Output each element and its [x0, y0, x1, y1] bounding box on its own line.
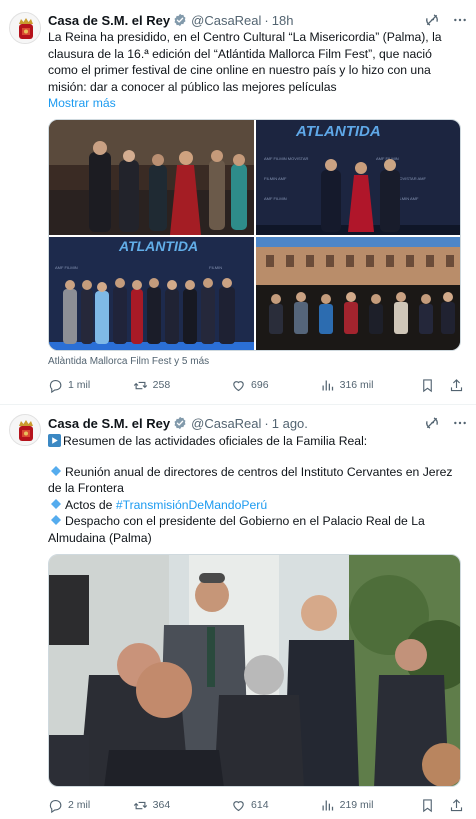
- show-more-link[interactable]: Mostrar más: [48, 96, 116, 110]
- grok-icon[interactable]: [424, 12, 440, 28]
- photo-grid: ATLANTIDA AMF FILMIN MOVISTAR AMF FILMIN …: [48, 119, 461, 351]
- avatar[interactable]: [9, 414, 41, 446]
- small-blue-diamond-icon: [51, 465, 61, 476]
- play-icon: [48, 434, 61, 447]
- views-icon: [322, 800, 333, 810]
- media-caption[interactable]: Atlàntida Mallorca Film Fest y 5 más: [48, 356, 209, 367]
- svg-text:FILMIN AMF: FILMIN AMF: [264, 176, 287, 181]
- photo-image: [256, 237, 460, 350]
- author-handle[interactable]: @CasaReal: [191, 416, 261, 431]
- retweet-button[interactable]: 258: [133, 378, 231, 393]
- action-bar: 1 mil 258 696 316 mil: [48, 376, 464, 394]
- more-options-icon[interactable]: [452, 415, 468, 431]
- svg-text:AMF FILMIN: AMF FILMIN: [55, 265, 78, 270]
- like-count: 696: [251, 379, 269, 391]
- tweet[interactable]: Casa de S.M. el Rey @CasaReal · 18h La R…: [0, 0, 476, 405]
- svg-text:FILMIN: FILMIN: [209, 265, 222, 270]
- tweet-text: Resumen de las actividades oficiales de …: [48, 433, 464, 546]
- photo-courtyard-audience[interactable]: [256, 237, 460, 350]
- like-icon: [233, 380, 244, 391]
- grok-icon[interactable]: [424, 415, 440, 431]
- retweet-icon: [133, 801, 147, 809]
- more-options-icon[interactable]: [452, 12, 468, 28]
- photo-king-reception: [49, 555, 460, 786]
- atlantida-logo-image: ATLANTIDA: [295, 123, 381, 140]
- author-name[interactable]: Casa de S.M. el Rey: [48, 416, 170, 431]
- like-icon: [233, 800, 244, 811]
- bookmark-icon[interactable]: [420, 378, 435, 393]
- bullet-3-text: Despacho con el presidente del Gobierno …: [48, 514, 425, 545]
- views-count: 219 mil: [339, 799, 374, 811]
- svg-text:MOVISTAR AMF: MOVISTAR AMF: [396, 176, 426, 181]
- summary-heading: Resumen de las actividades oficiales de …: [63, 434, 368, 448]
- retweet-icon: [133, 381, 147, 389]
- verified-badge-icon: [174, 416, 186, 430]
- bullet-1-text: Reunión anual de directores de centros d…: [48, 464, 453, 496]
- like-count: 614: [251, 799, 269, 811]
- royal-crest-icon: [10, 13, 40, 43]
- photo-image: [49, 120, 254, 235]
- royal-crest-icon: [10, 415, 40, 445]
- timestamp[interactable]: 18h: [272, 13, 294, 28]
- tweet-text: La Reina ha presidido, en el Centro Cult…: [48, 29, 464, 112]
- bullet-2-prefix: Actos de: [65, 497, 116, 512]
- text-line-1: Resumen de las actividades oficiales de …: [48, 433, 464, 450]
- bookmark-icon[interactable]: [420, 798, 435, 813]
- avatar[interactable]: [9, 12, 41, 44]
- views-count: 316 mil: [339, 379, 374, 391]
- tweet-header: Casa de S.M. el Rey @CasaReal · 1 ago.: [48, 414, 468, 432]
- photo-red-carpet-greeting[interactable]: [49, 120, 254, 235]
- like-button[interactable]: 696: [231, 378, 320, 393]
- timestamp[interactable]: 1 ago.: [272, 416, 308, 431]
- hashtag-link[interactable]: #TransmisiónDeMandoPerú: [116, 498, 267, 512]
- share-icon[interactable]: [449, 798, 464, 813]
- retweet-count: 258: [152, 379, 171, 391]
- tweet-header: Casa de S.M. el Rey @CasaReal · 18h: [48, 11, 468, 29]
- photo-single[interactable]: [48, 554, 461, 787]
- tweet[interactable]: Casa de S.M. el Rey @CasaReal · 1 ago. R…: [0, 405, 476, 819]
- reply-count: 2 mil: [68, 799, 91, 811]
- svg-text:AMF FILMIN: AMF FILMIN: [264, 196, 287, 201]
- views-button[interactable]: 219 mil: [320, 798, 420, 813]
- author-name[interactable]: Casa de S.M. el Rey: [48, 13, 170, 28]
- share-icon[interactable]: [449, 378, 464, 393]
- small-blue-diamond-icon: [51, 515, 61, 525]
- small-blue-diamond-icon: [51, 498, 61, 509]
- photo-image: ATLANTIDA AMF FILMIN MOVISTAR AMF FILMIN …: [256, 120, 460, 235]
- tweet-body: La Reina ha presidido, en el Centro Cult…: [48, 30, 442, 94]
- separator-dot: ·: [264, 12, 269, 28]
- atlantida-logo-image: ATLANTIDA: [118, 238, 198, 254]
- author-handle[interactable]: @CasaReal: [191, 13, 261, 28]
- views-icon: [322, 380, 333, 390]
- verified-badge-icon: [174, 13, 186, 27]
- svg-text:AMF FILMIN MOVISTAR: AMF FILMIN MOVISTAR: [264, 156, 308, 161]
- separator-dot: ·: [264, 415, 269, 431]
- bullet-item: Despacho con el presidente del Gobierno …: [48, 513, 464, 546]
- like-button[interactable]: 614: [231, 798, 320, 813]
- bullet-item: Actos de #TransmisiónDeMandoPerú: [48, 497, 464, 514]
- reply-icon: [49, 799, 62, 813]
- reply-button[interactable]: 2 mil: [48, 798, 133, 813]
- photo-group-stage[interactable]: ATLANTIDA AMF FILMIN FILMIN: [49, 237, 254, 350]
- retweet-count: 364: [152, 799, 171, 811]
- photo-photocall[interactable]: ATLANTIDA AMF FILMIN MOVISTAR AMF FILMIN …: [256, 120, 460, 235]
- bullet-item: Reunión anual de directores de centros d…: [48, 464, 464, 497]
- views-button[interactable]: 316 mil: [320, 378, 420, 393]
- reply-count: 1 mil: [68, 379, 91, 391]
- action-bar: 2 mil 364 614 219 mil: [48, 796, 464, 814]
- retweet-button[interactable]: 364: [133, 798, 231, 813]
- photo-image: ATLANTIDA AMF FILMIN FILMIN: [49, 237, 254, 350]
- reply-button[interactable]: 1 mil: [48, 378, 133, 393]
- reply-icon: [49, 379, 62, 393]
